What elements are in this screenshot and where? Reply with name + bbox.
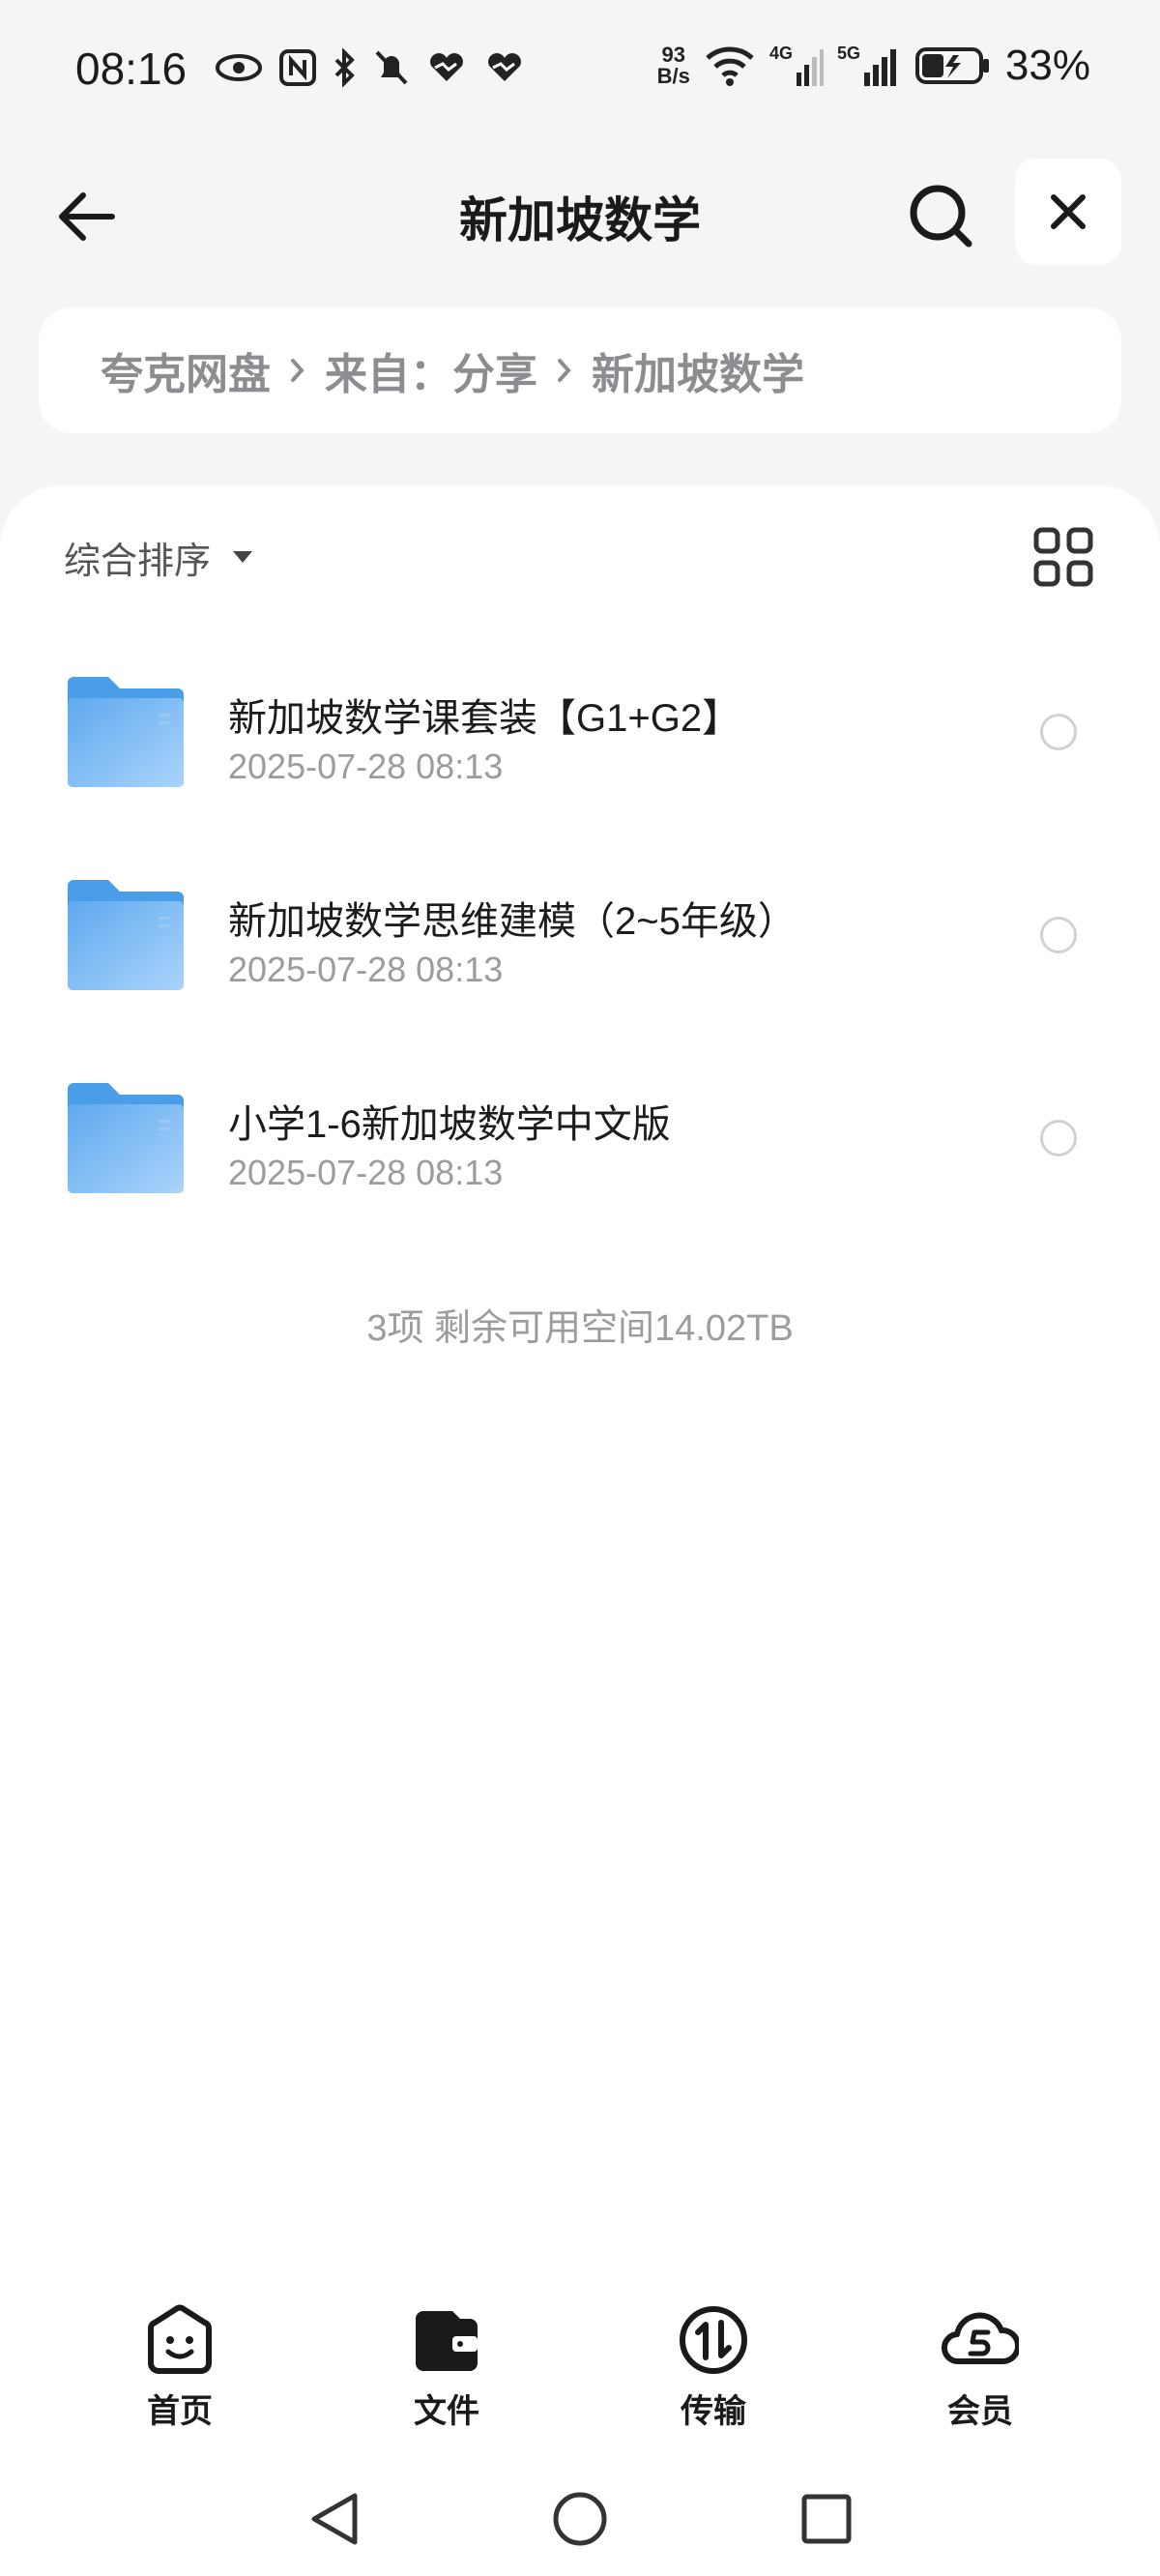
system-recents-button[interactable] (793, 2485, 860, 2553)
battery-icon (914, 47, 989, 84)
cloud-s-icon (942, 2301, 1019, 2379)
list-item[interactable]: 新加坡数学课套装【G1+G2】 2025-07-28 08:13 (0, 646, 1160, 820)
file-date: 2025-07-28 08:13 (228, 950, 504, 989)
triangle-back-icon (311, 2493, 358, 2545)
svg-text:5G: 5G (837, 44, 860, 63)
nav-label: 首页 (147, 2393, 213, 2430)
mute-bell-icon (375, 50, 408, 85)
grid-view-button[interactable] (1030, 524, 1096, 590)
breadcrumb-item-share[interactable]: 来自：分享 (325, 339, 537, 401)
breadcrumb: 夸克网盘 来自：分享 新加坡数学 (39, 307, 1121, 433)
file-date: 2025-07-28 08:13 (228, 746, 504, 786)
close-icon (1051, 194, 1086, 229)
select-radio[interactable] (1040, 917, 1077, 953)
health-icon (430, 53, 463, 81)
page-title: 新加坡数学 (459, 193, 701, 248)
sort-label: 综合排序 (64, 541, 212, 582)
smile-face-icon (141, 2301, 218, 2379)
file-name: 新加坡数学课套装【G1+G2】 (228, 697, 741, 740)
eye-icon (216, 54, 262, 81)
nav-label: 文件 (414, 2393, 479, 2430)
chevron-right-icon (290, 357, 305, 384)
breadcrumb-item-root[interactable]: 夸克网盘 (101, 339, 271, 401)
list-item[interactable]: 小学1-6新加坡数学中文版 2025-07-28 08:13 (0, 1052, 1160, 1226)
net-speed-unit: B/s (656, 64, 690, 88)
nav-home[interactable]: 首页 (112, 2301, 247, 2437)
search-icon (910, 185, 972, 248)
signal-5g-icon: 5G (837, 44, 896, 86)
file-name: 小学1-6新加坡数学中文版 (228, 1103, 671, 1146)
nav-label: 传输 (681, 2393, 746, 2430)
net-speed-value: 93 (661, 43, 686, 67)
file-name: 新加坡数学思维建模（2~5年级） (228, 900, 797, 943)
circle-home-icon (553, 2492, 607, 2546)
chevron-right-icon (557, 357, 572, 384)
list-item[interactable]: 新加坡数学思维建模（2~5年级） 2025-07-28 08:13 (0, 849, 1160, 1023)
net-speed: 93 B/s (657, 44, 690, 87)
close-button[interactable] (1015, 159, 1121, 265)
folder-icon (68, 880, 184, 990)
caret-down-icon (233, 551, 253, 563)
status-right: 93 B/s 4G 5G 33% (657, 39, 1090, 93)
svg-text:4G: 4G (769, 44, 793, 63)
nav-vip[interactable]: 会员 (913, 2301, 1048, 2437)
search-button[interactable] (899, 174, 982, 257)
sort-dropdown[interactable]: 综合排序 (64, 530, 253, 584)
system-back-button[interactable] (300, 2485, 367, 2553)
select-radio[interactable] (1040, 1120, 1077, 1156)
wifi-icon (706, 46, 754, 86)
storage-summary: 3项 剩余可用空间14.02TB (366, 1308, 794, 1349)
select-radio[interactable] (1040, 714, 1077, 750)
file-date: 2025-07-28 08:13 (228, 1153, 504, 1192)
square-recents-icon (801, 2494, 852, 2544)
health-icon-2 (488, 53, 521, 81)
folder-icon (68, 1083, 184, 1193)
system-home-button[interactable] (546, 2485, 614, 2553)
grid-icon (1033, 527, 1093, 587)
breadcrumb-item-current: 新加坡数学 (592, 351, 804, 398)
signal-4g-icon: 4G (769, 44, 824, 86)
folder-icon (68, 677, 184, 787)
status-time: 08:16 (75, 44, 188, 94)
bluetooth-icon (334, 48, 355, 87)
transfer-icon (675, 2301, 752, 2379)
wallet-folder-icon (408, 2301, 485, 2379)
status-icons (215, 46, 526, 89)
nav-files[interactable]: 文件 (379, 2301, 514, 2437)
nfc-icon (279, 49, 316, 86)
battery-percent: 33% (1004, 42, 1090, 89)
nav-label: 会员 (947, 2393, 1013, 2430)
nav-transfer[interactable]: 传输 (646, 2301, 781, 2437)
